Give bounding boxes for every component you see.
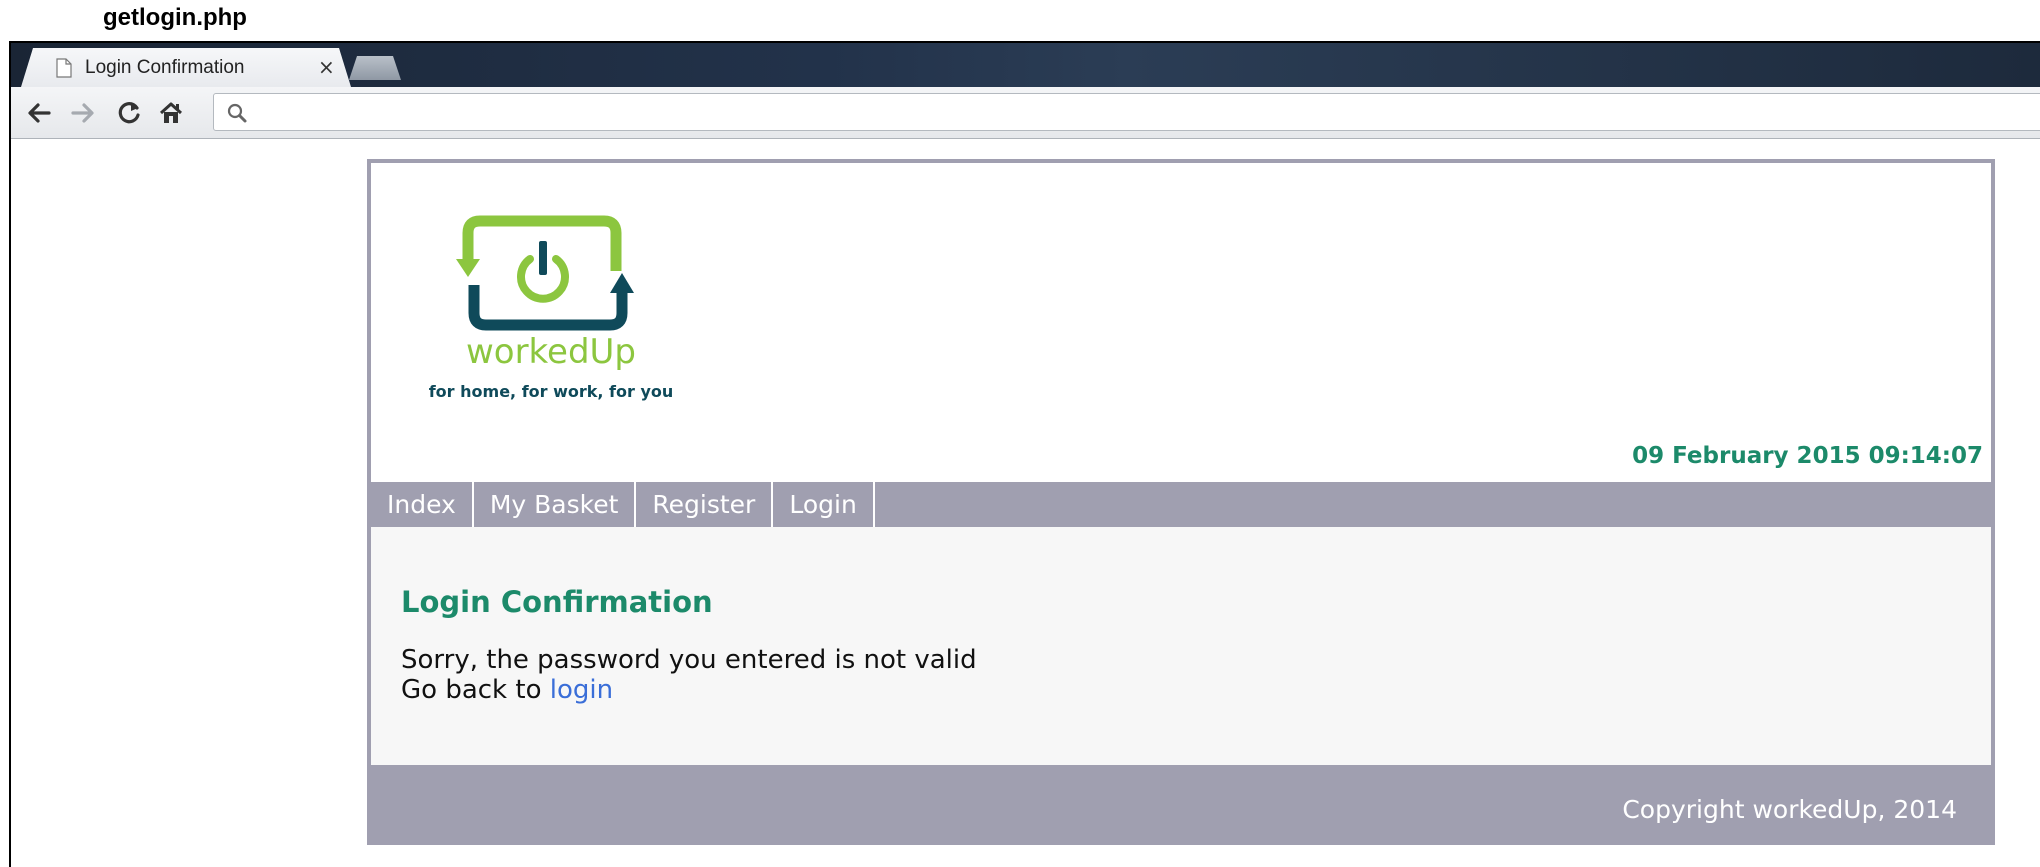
site-nav: Index My Basket Register Login (371, 482, 1991, 527)
forward-arrow-icon[interactable] (69, 99, 97, 127)
site-container: workedUp for home, for work, for you 09 … (367, 159, 1995, 845)
logo-tagline: for home, for work, for you (429, 382, 674, 401)
tab-close-icon[interactable]: × (318, 55, 335, 79)
search-icon (227, 103, 247, 123)
tab-strip: Login Confirmation × (11, 43, 2040, 87)
copyright-text: Copyright workedUp, 2014 (1622, 795, 1957, 824)
site-header: workedUp for home, for work, for you 09 … (371, 163, 1991, 482)
file-caption: getlogin.php (103, 4, 247, 31)
nav-my-basket[interactable]: My Basket (474, 482, 637, 527)
tab-title: Login Confirmation (85, 57, 245, 78)
datetime-display: 09 February 2015 09:14:07 (1632, 443, 1983, 469)
reload-icon[interactable] (115, 99, 143, 127)
new-tab-button[interactable] (349, 56, 401, 80)
address-bar[interactable] (213, 93, 2040, 131)
login-link[interactable]: login (550, 675, 613, 705)
nav-login[interactable]: Login (773, 482, 875, 527)
main-content: Login Confirmation Sorry, the password y… (371, 527, 1991, 765)
go-back-text: Go back to (401, 675, 550, 705)
back-arrow-icon[interactable] (25, 99, 53, 127)
home-icon[interactable] (157, 99, 185, 127)
tab-login-confirmation[interactable]: Login Confirmation × (21, 48, 351, 87)
page-icon (56, 58, 72, 78)
logo-wordmark: workedUp (466, 332, 636, 372)
workedup-logo[interactable]: workedUp for home, for work, for you (426, 201, 676, 416)
browser-toolbar (11, 87, 2040, 139)
browser-window: Login Confirmation × workedUp for home, … (9, 41, 2040, 867)
nav-register[interactable]: Register (636, 482, 774, 527)
address-input[interactable] (258, 98, 1958, 126)
error-message: Sorry, the password you entered is not v… (401, 645, 977, 675)
page-title: Login Confirmation (401, 585, 713, 619)
nav-index[interactable]: Index (371, 482, 474, 527)
go-back-line: Go back to login (401, 675, 1991, 705)
site-footer: Copyright workedUp, 2014 (371, 765, 1991, 845)
